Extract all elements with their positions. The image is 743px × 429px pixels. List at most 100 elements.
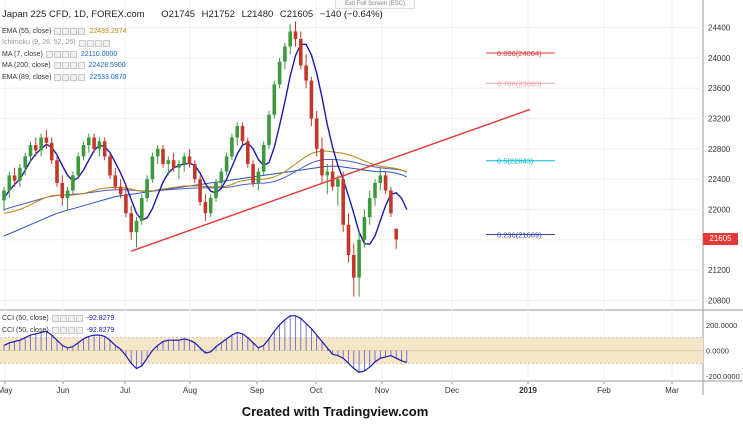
candle-body[interactable] xyxy=(12,175,17,181)
symbol-title[interactable]: Japan 225 CFD, 1D, FOREX.com xyxy=(2,9,145,20)
candle-body[interactable] xyxy=(219,171,224,183)
candle-body[interactable] xyxy=(55,160,59,183)
candle-body[interactable] xyxy=(177,164,181,168)
candle-body[interactable] xyxy=(113,175,118,187)
candle-body[interactable] xyxy=(383,175,388,191)
candle-body[interactable] xyxy=(7,175,12,191)
candle-body[interactable] xyxy=(155,148,160,157)
candle-body[interactable] xyxy=(102,141,107,157)
candle-body[interactable] xyxy=(71,175,75,191)
candle-body[interactable] xyxy=(277,61,282,85)
candle-body[interactable] xyxy=(336,179,340,187)
candle-body[interactable] xyxy=(373,182,377,199)
legend-value: 22533.0870 xyxy=(89,73,127,81)
legend-controls[interactable] xyxy=(53,62,85,70)
candle-body[interactable] xyxy=(288,31,292,47)
candle-body[interactable] xyxy=(187,156,192,164)
candle-body[interactable] xyxy=(246,141,250,164)
candle-body[interactable] xyxy=(304,65,308,81)
candle-body[interactable] xyxy=(140,198,144,221)
legend-ma7[interactable]: MA (7, close) 22110.0000 xyxy=(2,49,126,60)
candle-body[interactable] xyxy=(28,145,33,157)
candle-body[interactable] xyxy=(49,142,54,161)
candle-body[interactable] xyxy=(230,137,234,157)
legend-controls[interactable] xyxy=(78,39,110,47)
low-value: L21480 xyxy=(241,9,274,20)
candle-body[interactable] xyxy=(299,38,303,66)
candle-body[interactable] xyxy=(389,190,393,214)
candle-body[interactable] xyxy=(203,201,208,214)
time-tick-label: Sep xyxy=(250,386,265,395)
legend-controls[interactable] xyxy=(51,315,83,323)
candle-body[interactable] xyxy=(150,156,155,180)
time-tick-label: Feb xyxy=(597,386,611,395)
candle-body[interactable] xyxy=(60,182,65,199)
legend-ema55[interactable]: EMA (55, close) 22439.2974 xyxy=(2,26,126,37)
candle-body[interactable] xyxy=(267,114,271,146)
legend-cci-1[interactable]: CCI (50, close) -92.8279 xyxy=(2,313,114,324)
candle-body[interactable] xyxy=(2,190,6,201)
legend-ma200[interactable]: MA (200, close) 22428.5900 xyxy=(2,60,126,71)
candle-body[interactable] xyxy=(161,148,165,164)
last-price-tag: 21605 xyxy=(703,233,738,245)
legend-cci-2[interactable]: CCI (50, close) -92.8279 xyxy=(2,324,114,335)
candle-body[interactable] xyxy=(171,160,176,168)
candle-body[interactable] xyxy=(81,145,86,157)
legend-controls[interactable] xyxy=(45,50,77,58)
candle-body[interactable] xyxy=(92,137,96,149)
legend-controls[interactable] xyxy=(54,73,86,81)
candle-body[interactable] xyxy=(309,80,314,119)
candle-body[interactable] xyxy=(87,137,91,146)
candle-body[interactable] xyxy=(240,126,245,142)
candle-body[interactable] xyxy=(235,126,239,138)
candle-body[interactable] xyxy=(208,198,213,214)
candle-body[interactable] xyxy=(134,220,139,233)
price-tick-label: 23200 xyxy=(708,115,731,124)
exit-fullscreen-button[interactable]: Exit Full Screen (ESC) xyxy=(335,0,415,9)
candle-body[interactable] xyxy=(367,198,372,218)
legend-controls[interactable] xyxy=(54,28,86,36)
candle-body[interactable] xyxy=(352,254,356,278)
candle-body[interactable] xyxy=(283,46,287,62)
eye-icon xyxy=(54,28,62,36)
candle-body[interactable] xyxy=(39,137,43,151)
candle-body[interactable] xyxy=(325,171,330,176)
candle-body[interactable] xyxy=(357,239,361,278)
candle-body[interactable] xyxy=(145,179,149,199)
candle-body[interactable] xyxy=(97,141,102,149)
candle-body[interactable] xyxy=(272,84,277,115)
candle-body[interactable] xyxy=(129,213,133,233)
legend-ichimoku[interactable]: Ichimoku (9, 26, 52, 26) xyxy=(2,37,126,48)
candle-body[interactable] xyxy=(362,217,367,240)
candle-body[interactable] xyxy=(118,186,123,195)
candle-body[interactable] xyxy=(346,224,351,255)
candle-body[interactable] xyxy=(166,160,171,164)
candle-body[interactable] xyxy=(108,156,112,176)
settings-icon xyxy=(59,326,67,334)
candle-body[interactable] xyxy=(193,164,197,180)
candle-body[interactable] xyxy=(394,228,398,240)
candle-body[interactable] xyxy=(34,145,38,151)
candle-body[interactable] xyxy=(214,182,218,199)
legend-label: Ichimoku (9, 26, 52, 26) xyxy=(2,39,76,47)
candle-body[interactable] xyxy=(23,156,27,168)
candle-body[interactable] xyxy=(76,156,80,176)
candle-body[interactable] xyxy=(198,179,202,202)
candle-body[interactable] xyxy=(341,179,345,225)
candle-body[interactable] xyxy=(378,175,383,183)
candle-body[interactable] xyxy=(18,167,22,181)
candle-body[interactable] xyxy=(224,156,229,172)
ohlc-readout: O21745 H21752 L21480 C21605 −140 (−0.64%… xyxy=(161,9,387,20)
legend-ema89[interactable]: EMA (89, close) 22533.0870 xyxy=(2,72,126,83)
candle-body[interactable] xyxy=(320,148,324,176)
candle-body[interactable] xyxy=(314,118,319,149)
candle-body[interactable] xyxy=(124,194,128,214)
candle-body[interactable] xyxy=(261,145,266,172)
candle-body[interactable] xyxy=(256,171,261,183)
legend-controls[interactable] xyxy=(51,326,83,334)
candle-body[interactable] xyxy=(44,137,49,143)
candle-body[interactable] xyxy=(293,31,298,39)
candle-body[interactable] xyxy=(182,156,186,164)
candle-body[interactable] xyxy=(65,190,70,199)
candle-body[interactable] xyxy=(251,164,255,183)
